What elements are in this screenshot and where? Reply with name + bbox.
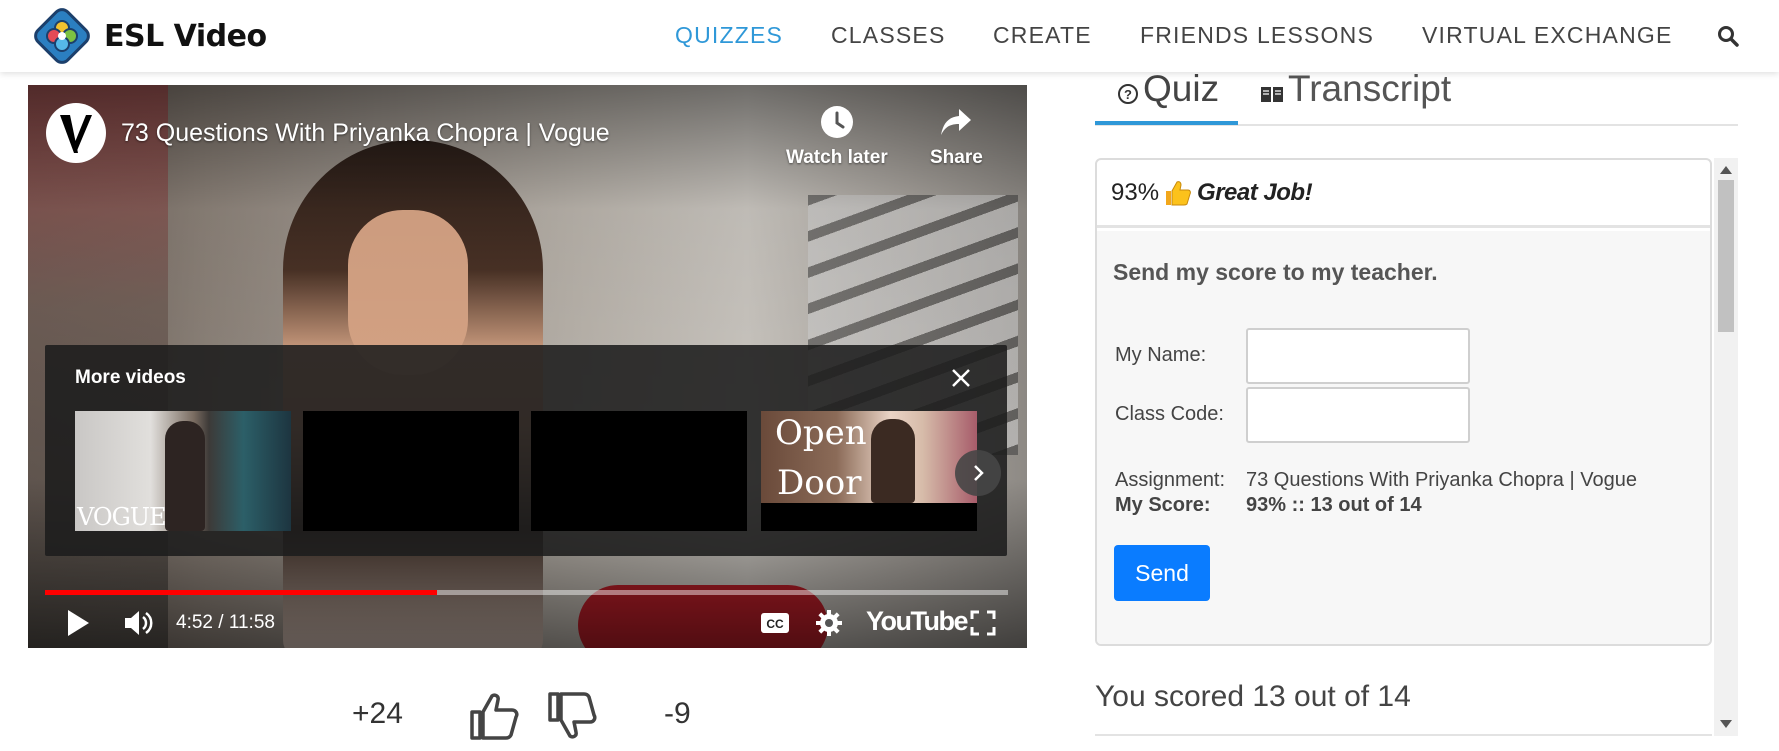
- volume-button[interactable]: [123, 605, 155, 641]
- time-display: 4:52 / 11:58: [176, 612, 275, 633]
- more-videos-title: More videos: [75, 367, 186, 388]
- thumbs-up-emoji-icon: [1166, 180, 1191, 205]
- thumbnail-caption: VOGUE: [77, 503, 167, 531]
- tab-transcript-label: Transcript: [1288, 68, 1452, 109]
- scroll-thumb[interactable]: [1718, 180, 1734, 332]
- suggested-video-thumbnail[interactable]: [303, 411, 519, 531]
- video-title[interactable]: 73 Questions With Priyanka Chopra | Vogu…: [121, 119, 610, 148]
- suggested-video-thumbnail[interactable]: Open Door: [761, 411, 977, 503]
- thumbnail-person: [871, 419, 915, 503]
- nav-item-create[interactable]: CREATE: [993, 22, 1092, 49]
- share-button[interactable]: Share: [930, 105, 983, 169]
- youtube-logo[interactable]: YouTube: [866, 606, 968, 637]
- next-videos-button[interactable]: [955, 450, 1001, 496]
- volume-icon: [125, 611, 153, 635]
- suggested-video-thumbnail[interactable]: [531, 411, 747, 531]
- watch-later-label: Watch later: [786, 147, 888, 168]
- divider: [1095, 734, 1712, 736]
- tab-quiz[interactable]: ? Quiz: [1117, 68, 1219, 110]
- thumbs-up-icon[interactable]: [468, 690, 520, 742]
- thumbnail-caption: Open: [775, 413, 867, 453]
- video-player[interactable]: 73 Questions With Priyanka Chopra | Vogu…: [28, 85, 1027, 648]
- more-videos-panel: More videos VOGUE Open Door: [45, 345, 1007, 556]
- close-icon[interactable]: [950, 367, 972, 389]
- thumbnail-letterbox: [761, 503, 977, 531]
- cc-icon: CC: [761, 613, 789, 633]
- suggested-video-thumbnail[interactable]: VOGUE: [75, 411, 291, 531]
- fullscreen-icon: [970, 610, 996, 636]
- search-icon[interactable]: [1716, 24, 1740, 48]
- book-icon: [1261, 87, 1283, 102]
- vogue-v-icon: [60, 115, 92, 153]
- question-circle-icon: ?: [1118, 84, 1138, 104]
- site-header: ESL Video QUIZZES CLASSES CREATE FRIENDS…: [0, 0, 1779, 72]
- main-nav: QUIZZES CLASSES CREATE FRIENDS LESSONS V…: [0, 22, 1779, 52]
- name-input[interactable]: [1246, 328, 1470, 384]
- svg-text:CC: CC: [766, 617, 784, 631]
- progress-played: [45, 590, 437, 595]
- name-label: My Name:: [1115, 344, 1207, 366]
- active-tab-indicator: [1095, 121, 1238, 125]
- nav-item-virtual-exchange[interactable]: VIRTUAL EXCHANGE: [1422, 22, 1673, 49]
- tab-transcript[interactable]: Transcript: [1260, 68, 1451, 110]
- captions-button[interactable]: CC: [760, 605, 790, 641]
- assignment-value: 73 Questions With Priyanka Chopra | Vogu…: [1246, 469, 1637, 491]
- assignment-label: Assignment:: [1115, 469, 1226, 491]
- share-label: Share: [930, 147, 983, 168]
- channel-avatar[interactable]: [46, 103, 106, 163]
- thumbnail-caption: Door: [777, 463, 862, 503]
- play-icon: [68, 610, 89, 636]
- send-button[interactable]: Send: [1114, 545, 1210, 601]
- nav-item-friends-lessons[interactable]: FRIENDS LESSONS: [1140, 22, 1374, 49]
- score-percent: 93%: [1111, 178, 1160, 206]
- progress-bar[interactable]: [45, 590, 1008, 595]
- nav-item-classes[interactable]: CLASSES: [831, 22, 946, 49]
- send-score-form: Send my score to my teacher. My Name: Cl…: [1097, 231, 1710, 644]
- score-header: 93% Great Job!: [1097, 160, 1710, 228]
- play-button[interactable]: [66, 605, 90, 641]
- scroll-up-arrow[interactable]: [1720, 166, 1732, 174]
- fullscreen-button[interactable]: [970, 605, 996, 641]
- chevron-right-icon: [974, 465, 984, 481]
- score-summary: You scored 13 out of 14: [1095, 680, 1411, 713]
- upvote-count: +24: [352, 697, 403, 730]
- send-score-title: Send my score to my teacher.: [1113, 259, 1438, 285]
- svg-text:?: ?: [1124, 87, 1132, 102]
- panel-scrollbar[interactable]: [1714, 158, 1738, 736]
- thumbnail-person: [165, 421, 205, 531]
- class-code-label: Class Code:: [1115, 403, 1224, 425]
- downvote-count: -9: [664, 697, 691, 730]
- score-card: 93% Great Job! Send my score to my teach…: [1095, 158, 1712, 646]
- my-score-label: My Score:: [1115, 494, 1211, 516]
- my-score-value: 93% :: 13 out of 14: [1246, 494, 1422, 516]
- scroll-down-arrow[interactable]: [1720, 720, 1732, 728]
- tab-quiz-label: Quiz: [1143, 68, 1220, 109]
- share-arrow-icon: [941, 109, 972, 135]
- class-code-input[interactable]: [1246, 387, 1470, 443]
- score-message: Great Job!: [1197, 178, 1313, 206]
- thumbs-down-icon[interactable]: [546, 690, 598, 742]
- gear-icon: [816, 610, 842, 636]
- watch-later-button[interactable]: Watch later: [786, 105, 888, 169]
- clock-icon: [820, 106, 853, 138]
- nav-item-quizzes[interactable]: QUIZZES: [675, 22, 783, 49]
- settings-button[interactable]: [815, 605, 843, 641]
